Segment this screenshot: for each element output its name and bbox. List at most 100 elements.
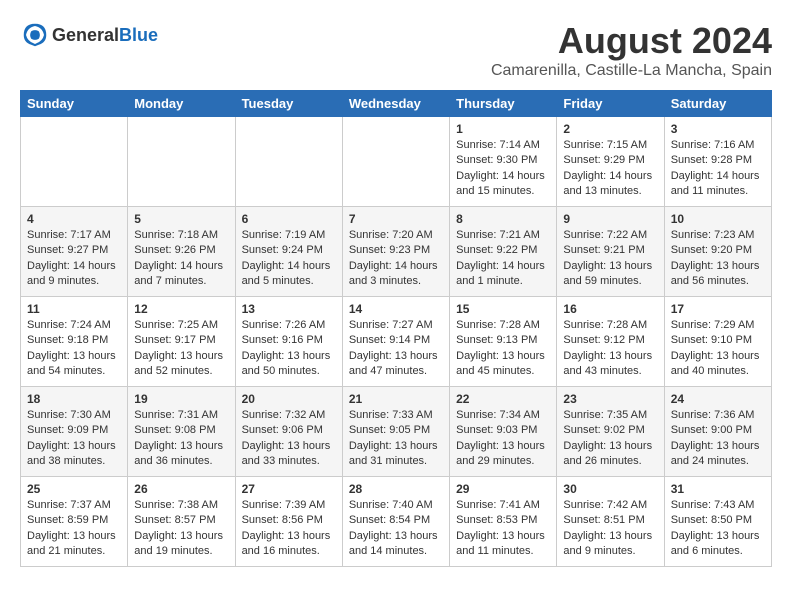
calendar-cell: 1 Sunrise: 7:14 AM Sunset: 9:30 PM Daylig… [450,117,557,207]
cell-content: Sunrise: 7:27 AM Sunset: 9:14 PM Dayligh… [349,318,443,380]
day-number: 5 [134,212,228,226]
week-row-2: 4 Sunrise: 7:17 AM Sunset: 9:27 PM Daylig… [21,207,772,297]
day-number: 11 [27,302,121,316]
cell-content: Sunrise: 7:28 AM Sunset: 9:12 PM Dayligh… [563,318,657,380]
day-number: 19 [134,392,228,406]
cell-content: Sunrise: 7:19 AM Sunset: 9:24 PM Dayligh… [242,228,336,290]
day-number: 14 [349,302,443,316]
calendar-cell: 15 Sunrise: 7:28 AM Sunset: 9:13 PM Dayli… [450,297,557,387]
calendar-cell: 24 Sunrise: 7:36 AM Sunset: 9:00 PM Dayli… [664,387,771,477]
cell-content: Sunrise: 7:28 AM Sunset: 9:13 PM Dayligh… [456,318,550,380]
cell-content: Sunrise: 7:36 AM Sunset: 9:00 PM Dayligh… [671,408,765,470]
calendar-cell: 18Sunrise: 7:30 AM Sunset: 9:09 PM Dayli… [21,387,128,477]
day-header-thursday: Thursday [450,91,557,117]
calendar-cell: 10 Sunrise: 7:23 AM Sunset: 9:20 PM Dayli… [664,207,771,297]
day-header-monday: Monday [128,91,235,117]
calendar-cell: 4 Sunrise: 7:17 AM Sunset: 9:27 PM Daylig… [21,207,128,297]
day-number: 13 [242,302,336,316]
day-number: 8 [456,212,550,226]
day-number: 2 [563,122,657,136]
calendar-cell: 29 Sunrise: 7:41 AM Sunset: 8:53 PM Dayli… [450,477,557,567]
calendar-cell: 30 Sunrise: 7:42 AM Sunset: 8:51 PM Dayli… [557,477,664,567]
calendar-cell: 26 Sunrise: 7:38 AM Sunset: 8:57 PM Dayli… [128,477,235,567]
calendar-cell: 5Sunrise: 7:18 AM Sunset: 9:26 PM Daylig… [128,207,235,297]
day-number: 17 [671,302,765,316]
calendar-table: SundayMondayTuesdayWednesdayThursdayFrid… [20,90,772,567]
cell-content: Sunrise: 7:35 AM Sunset: 9:02 PM Dayligh… [563,408,657,470]
day-number: 1 [456,122,550,136]
day-header-saturday: Saturday [664,91,771,117]
calendar-cell: 12Sunrise: 7:25 AM Sunset: 9:17 PM Dayli… [128,297,235,387]
day-number: 29 [456,482,550,496]
day-number: 20 [242,392,336,406]
day-number: 4 [27,212,121,226]
day-number: 27 [242,482,336,496]
cell-content: Sunrise: 7:33 AM Sunset: 9:05 PM Dayligh… [349,408,443,470]
day-number: 24 [671,392,765,406]
location: Camarenilla, Castille-La Mancha, Spain [491,62,772,80]
cell-content: Sunrise: 7:43 AM Sunset: 8:50 PM Dayligh… [671,498,765,560]
day-number: 26 [134,482,228,496]
calendar-cell: 28 Sunrise: 7:40 AM Sunset: 8:54 PM Dayli… [342,477,449,567]
calendar-cell: 21 Sunrise: 7:33 AM Sunset: 9:05 PM Dayli… [342,387,449,477]
calendar-cell: 17 Sunrise: 7:29 AM Sunset: 9:10 PM Dayli… [664,297,771,387]
day-number: 3 [671,122,765,136]
calendar-cell: 25 Sunrise: 7:37 AM Sunset: 8:59 PM Dayli… [21,477,128,567]
day-number: 25 [27,482,121,496]
cell-content: Sunrise: 7:31 AM Sunset: 9:08 PM Dayligh… [134,408,228,470]
day-number: 9 [563,212,657,226]
calendar-cell: 19 Sunrise: 7:31 AM Sunset: 9:08 PM Dayli… [128,387,235,477]
day-number: 22 [456,392,550,406]
cell-content: Sunrise: 7:15 AM Sunset: 9:29 PM Dayligh… [563,138,657,200]
calendar-cell: 6 Sunrise: 7:19 AM Sunset: 9:24 PM Daylig… [235,207,342,297]
day-number: 15 [456,302,550,316]
calendar-cell [235,117,342,207]
cell-content: Sunrise: 7:32 AM Sunset: 9:06 PM Dayligh… [242,408,336,470]
day-number: 10 [671,212,765,226]
cell-content: Sunrise: 7:21 AM Sunset: 9:22 PM Dayligh… [456,228,550,290]
month-year: August 2024 [491,20,772,62]
cell-content: Sunrise: 7:29 AM Sunset: 9:10 PM Dayligh… [671,318,765,380]
header: GeneralBlue August 2024 Camarenilla, Cas… [20,20,772,80]
cell-content: Sunrise: 7:41 AM Sunset: 8:53 PM Dayligh… [456,498,550,560]
day-number: 28 [349,482,443,496]
logo-icon [20,20,50,50]
cell-content: Sunrise: 7:20 AM Sunset: 9:23 PM Dayligh… [349,228,443,290]
cell-content: Sunrise: 7:14 AM Sunset: 9:30 PM Dayligh… [456,138,550,200]
logo-blue-text: Blue [119,25,158,45]
day-number: 18 [27,392,121,406]
day-header-wednesday: Wednesday [342,91,449,117]
day-header-tuesday: Tuesday [235,91,342,117]
cell-content: Sunrise: 7:40 AM Sunset: 8:54 PM Dayligh… [349,498,443,560]
day-number: 6 [242,212,336,226]
calendar-cell: 27Sunrise: 7:39 AM Sunset: 8:56 PM Dayli… [235,477,342,567]
week-row-1: 1 Sunrise: 7:14 AM Sunset: 9:30 PM Daylig… [21,117,772,207]
cell-content: Sunrise: 7:38 AM Sunset: 8:57 PM Dayligh… [134,498,228,560]
calendar-cell: 2 Sunrise: 7:15 AM Sunset: 9:29 PM Daylig… [557,117,664,207]
calendar-cell: 9 Sunrise: 7:22 AM Sunset: 9:21 PM Daylig… [557,207,664,297]
cell-content: Sunrise: 7:37 AM Sunset: 8:59 PM Dayligh… [27,498,121,560]
day-number: 21 [349,392,443,406]
day-number: 7 [349,212,443,226]
cell-content: Sunrise: 7:42 AM Sunset: 8:51 PM Dayligh… [563,498,657,560]
calendar-cell: 20 Sunrise: 7:32 AM Sunset: 9:06 PM Dayli… [235,387,342,477]
calendar-cell: 23Sunrise: 7:35 AM Sunset: 9:02 PM Dayli… [557,387,664,477]
cell-content: Sunrise: 7:23 AM Sunset: 9:20 PM Dayligh… [671,228,765,290]
day-header-friday: Friday [557,91,664,117]
calendar-cell: 14 Sunrise: 7:27 AM Sunset: 9:14 PM Dayli… [342,297,449,387]
title-area: August 2024 Camarenilla, Castille-La Man… [491,20,772,80]
calendar-cell: 13Sunrise: 7:26 AM Sunset: 9:16 PM Dayli… [235,297,342,387]
day-number: 12 [134,302,228,316]
calendar-cell: 8 Sunrise: 7:21 AM Sunset: 9:22 PM Daylig… [450,207,557,297]
cell-content: Sunrise: 7:22 AM Sunset: 9:21 PM Dayligh… [563,228,657,290]
cell-content: Sunrise: 7:16 AM Sunset: 9:28 PM Dayligh… [671,138,765,200]
calendar-cell: 31 Sunrise: 7:43 AM Sunset: 8:50 PM Dayli… [664,477,771,567]
cell-content: Sunrise: 7:34 AM Sunset: 9:03 PM Dayligh… [456,408,550,470]
calendar-cell: 7 Sunrise: 7:20 AM Sunset: 9:23 PM Daylig… [342,207,449,297]
week-row-3: 11Sunrise: 7:24 AM Sunset: 9:18 PM Dayli… [21,297,772,387]
days-header-row: SundayMondayTuesdayWednesdayThursdayFrid… [21,91,772,117]
day-number: 30 [563,482,657,496]
cell-content: Sunrise: 7:17 AM Sunset: 9:27 PM Dayligh… [27,228,121,290]
day-number: 31 [671,482,765,496]
day-header-sunday: Sunday [21,91,128,117]
